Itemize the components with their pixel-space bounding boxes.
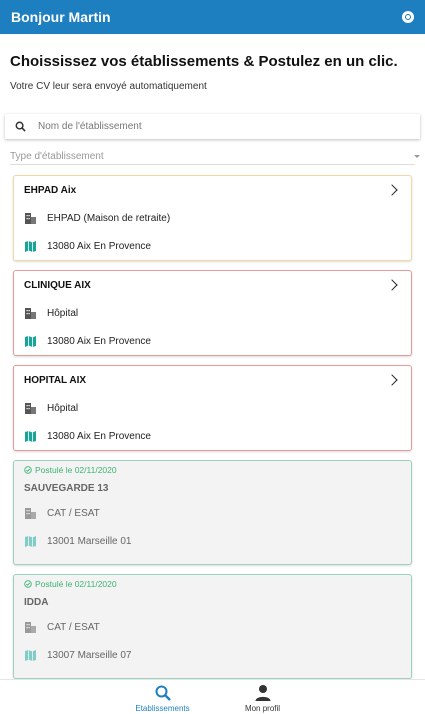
nav-tab-etablissements[interactable]: Etablissements [113,680,213,714]
establishment-card[interactable]: CLINIQUE AIX Hôpital 13080 Aix En Proven… [13,270,412,356]
establishment-type: Hôpital [47,307,79,319]
map-icon [25,240,36,252]
map-icon [25,649,36,661]
map-icon [25,335,36,347]
user-icon [255,685,270,701]
establishment-name: HOPITAL AIX [24,374,87,386]
establishment-address: 13080 Aix En Provence [47,240,151,252]
establishment-type-select[interactable]: Type d'établissement [10,149,420,165]
establishment-type: EHPAD (Maison de retraite) [47,212,171,224]
search-icon [15,121,26,132]
check-circle-icon [24,466,32,474]
building-icon [25,212,36,224]
search-bar[interactable]: Nom de l'établissement [5,114,420,139]
header-title: Bonjour Martin [11,9,111,25]
nav-tab-profil[interactable]: Mon profil [213,680,313,714]
establishment-address: 13080 Aix En Provence [47,430,151,442]
establishment-address: 13080 Aix En Provence [47,335,151,347]
establishment-type: Hôpital [47,402,79,414]
establishment-name: EHPAD Aix [24,184,77,196]
page-title: Choississez vos établissements & Postule… [10,53,398,70]
establishment-card-applied[interactable]: Postulé le 02/11/2020 IDDA CAT / ESAT 13… [13,574,412,679]
search-icon [155,685,171,701]
app-header: Bonjour Martin [0,0,425,34]
establishment-address: 13007 Marseille 07 [47,649,132,661]
chevron-down-icon [414,155,420,158]
establishment-list: EHPAD Aix EHPAD (Maison de retraite) 130… [10,175,415,679]
check-circle-icon [24,580,32,588]
building-icon [25,307,36,319]
type-select-label: Type d'établissement [10,151,104,162]
building-icon [25,621,36,633]
establishment-name: SAUVEGARDE 13 [24,482,109,494]
nav-label: Etablissements [135,704,190,713]
establishment-name: IDDA [24,596,49,608]
establishment-address: 13001 Marseille 01 [47,535,132,547]
establishment-card[interactable]: EHPAD Aix EHPAD (Maison de retraite) 130… [13,175,412,261]
settings-icon[interactable] [402,11,414,23]
establishment-card-applied[interactable]: Postulé le 02/11/2020 SAUVEGARDE 13 CAT … [13,460,412,565]
bottom-navigation: Etablissements Mon profil [0,679,425,714]
map-icon [25,535,36,547]
establishment-name: CLINIQUE AIX [24,279,91,291]
chevron-right-icon[interactable] [386,279,398,291]
building-icon [25,402,36,414]
applied-status: Postulé le 02/11/2020 [35,579,117,589]
search-input[interactable]: Nom de l'établissement [38,121,142,132]
chevron-right-icon[interactable] [386,184,398,196]
establishment-type: CAT / ESAT [47,621,100,633]
page-subtitle: Votre CV leur sera envoyé automatiquemen… [10,81,207,92]
nav-label: Mon profil [244,704,281,713]
chevron-right-icon[interactable] [386,374,398,386]
main-content: Choississez vos établissements & Postule… [0,34,425,679]
building-icon [25,507,36,519]
map-icon [25,430,36,442]
establishment-card[interactable]: HOPITAL AIX Hôpital 13080 Aix En Provenc… [13,365,412,451]
establishment-type: CAT / ESAT [47,507,100,519]
applied-status: Postulé le 02/11/2020 [35,465,117,475]
